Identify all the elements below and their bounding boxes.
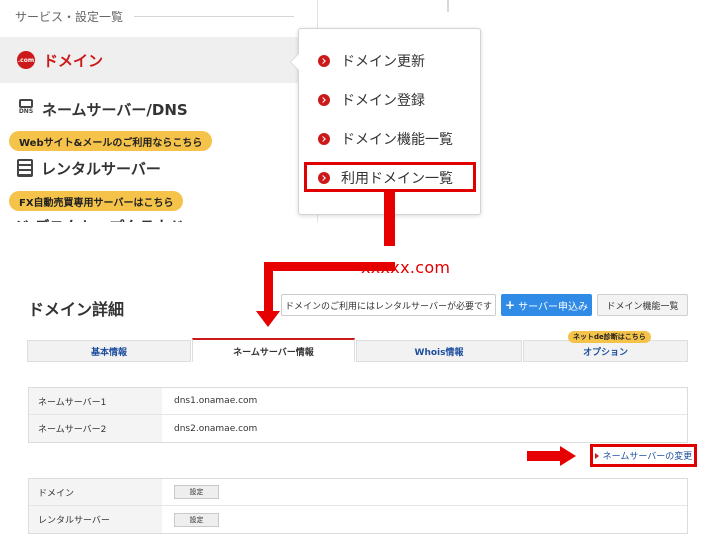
annotation-arrow-drop <box>264 262 273 312</box>
tab-options[interactable]: オプション <box>523 340 688 362</box>
tab-basic-info[interactable]: 基本情報 <box>27 340 191 362</box>
sidebar-item-dns[interactable]: DNS ネームサーバー/DNS <box>0 95 317 123</box>
rental-server-notice: ドメインのご利用にはレンタルサーバーが必要です <box>281 294 496 316</box>
sidebar-item-domain[interactable]: .com ドメイン <box>0 37 317 83</box>
row-value: dns2.onamae.com <box>174 423 258 434</box>
row-label: ネームサーバー1 <box>29 388 162 414</box>
highlight-box-domain-list <box>304 162 476 192</box>
triangle-right-icon <box>594 452 599 459</box>
domain-settings-button[interactable]: 設定 <box>174 485 219 499</box>
chevron-right-icon <box>318 133 330 145</box>
background-edge <box>447 0 449 12</box>
sidebar-item-label: ドメイン <box>43 51 104 70</box>
plus-icon: + <box>505 298 516 312</box>
chevron-right-icon <box>318 55 330 67</box>
server-icon <box>17 159 33 177</box>
sidebar: サービス・設定一覧 .com ドメイン DNS ネームサーバー/DNS Webサ… <box>0 0 318 222</box>
sidebar-item-rental-server[interactable]: レンタルサーバー <box>0 154 317 182</box>
sidebar-section-title: サービス・設定一覧 <box>15 10 124 24</box>
row-value: dns1.onamae.com <box>174 396 258 406</box>
arrow-right-icon <box>560 446 576 466</box>
row-label: レンタルサーバー <box>29 506 162 533</box>
tab-nameserver-info[interactable]: ネームサーバー情報 <box>192 338 355 362</box>
chevron-right-icon <box>318 94 330 106</box>
tab-whois-info[interactable]: Whois情報 <box>356 340 522 362</box>
table-row: レンタルサーバー 設定 <box>29 506 687 533</box>
rental-server-settings-button[interactable]: 設定 <box>174 512 219 527</box>
nameserver-table: ネームサーバー1 dns1.onamae.com ネームサーバー2 dns2.o… <box>28 387 688 443</box>
row-label: ドメイン <box>29 479 162 505</box>
menu-item-domain-register[interactable]: ドメイン登録 <box>318 90 425 110</box>
row-label: ネームサーバー2 <box>29 415 162 442</box>
page-title: ドメイン詳細 <box>28 300 125 319</box>
sidebar-item-label: レンタルサーバー <box>41 159 161 178</box>
table-row: ドメイン 設定 <box>29 479 687 506</box>
option-badge[interactable]: ネットde診断はこちら <box>568 331 651 343</box>
annotation-arrow-stem <box>384 192 395 246</box>
nameserver-change-link[interactable]: ネームサーバーの変更 <box>590 444 697 467</box>
sidebar-item-label: ネームサーバー/DNS <box>42 100 188 119</box>
annotation-arrow-stem <box>527 451 561 461</box>
domain-com-icon: .com <box>17 51 35 69</box>
promo-badge-fx[interactable]: FX自動売買専用サーバーはこちら <box>9 191 184 211</box>
service-menu-screenshot: サービス・設定一覧 .com ドメイン DNS ネームサーバー/DNS Webサ… <box>0 0 711 240</box>
domain-name-label: xxxxx.com <box>361 258 451 277</box>
table-row: ネームサーバー1 dns1.onamae.com <box>29 388 687 415</box>
promo-badge-website[interactable]: Webサイト&メールのご利用ならこちら <box>9 131 213 151</box>
table-row: ネームサーバー2 dns2.onamae.com <box>29 415 687 442</box>
settings-table: ドメイン 設定 レンタルサーバー 設定 <box>28 478 688 534</box>
sidebar-item-cut-off: ジ デスクトップクラウド <box>14 214 194 222</box>
menu-item-domain-renew[interactable]: ドメイン更新 <box>318 51 425 71</box>
menu-item-domain-features[interactable]: ドメイン機能一覧 <box>318 129 453 149</box>
dns-icon: DNS <box>16 99 36 119</box>
server-apply-button[interactable]: + サーバー申込み <box>501 294 592 316</box>
section-divider <box>134 16 294 17</box>
domain-features-button[interactable]: ドメイン機能一覧 <box>597 294 688 316</box>
arrow-down-icon <box>256 311 280 327</box>
